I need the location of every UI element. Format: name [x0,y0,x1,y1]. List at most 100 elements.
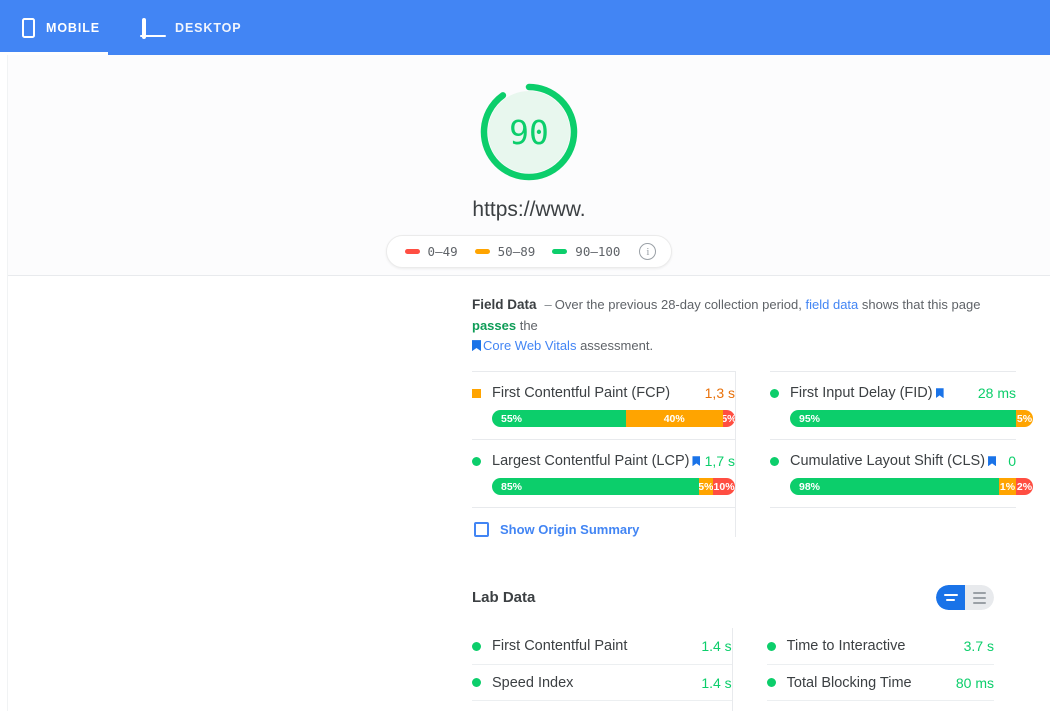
field-data-desc-1: Over the previous 28-day collection peri… [554,297,802,312]
lab-metric-label: First Contentful Paint [492,638,628,655]
report-content: Field Data – Over the previous 28-day coll… [472,276,1033,711]
field-metric-lcp: Largest Contentful Paint (LCP) 1,7 s 85%… [472,440,735,496]
field-data-desc-3: the [519,317,538,333]
lab-metric-value: 3.7 s [963,638,994,655]
field-metric-fid-value: 28 ms [977,385,1016,402]
status-dot-good [766,641,776,651]
lab-metrics-grid: First Contentful Paint 1.4 s Speed Index… [472,628,994,711]
field-data-link[interactable]: field data [806,297,859,312]
legend-item-good: 90–100 [552,244,620,259]
segment-good: 98% [790,478,999,496]
legend-dash-average [474,249,490,254]
lab-row: Total Blocking Time 80 ms [766,664,994,700]
performance-score-gauge: 90 [477,80,581,184]
lab-metric-value: 1.4 s [701,674,732,691]
report-body: Field Data – Over the previous 28-day coll… [8,276,1050,711]
field-metric-cls: Cumulative Layout Shift (CLS) 0 98% 1% 2… [770,440,1033,496]
desktop-icon [140,17,167,39]
core-web-vitals-flag-icon [935,388,944,399]
status-dot-good [766,678,776,688]
field-data-dash: – [544,297,552,312]
field-metric-cls-distribution: 98% 1% 2% [790,478,1033,496]
field-metrics-grid: First Contentful Paint (FCP) 1,3 s 55% 4… [472,371,1033,538]
show-origin-summary-checkbox[interactable] [474,522,489,538]
core-web-vitals-flag-icon [988,456,997,467]
status-dot-good [472,456,481,466]
legend-item-poor: 0–49 [404,244,458,259]
lab-row: Cumulative Layout Shift 0 [766,700,994,711]
field-data-passes: passes [472,317,517,333]
platform-tabbar: MOBILE DESKTOP [0,0,1050,55]
score-hero: 90 https://www. 0–49 50–89 90–100 i [8,55,1050,276]
segment-good: 95% [790,410,1016,428]
lab-metric-value: 80 ms [955,674,994,691]
field-column-right: First Input Delay (FID) 28 ms 95% 5% Cum… [735,371,1033,538]
divider [770,507,1016,509]
tab-desktop-label: DESKTOP [175,20,242,35]
legend-dash-poor [404,249,420,254]
legend-range-poor: 0–49 [427,244,458,259]
lab-row: Largest Contentful Paint 3.4 s [472,700,732,711]
legend-dash-good [552,249,568,254]
field-metric-cls-label: Cumulative Layout Shift (CLS) [790,453,986,470]
core-web-vitals-flag-icon [692,456,701,467]
lab-metric-label: Speed Index [492,674,574,691]
field-metric-fcp-label: First Contentful Paint (FCP) [492,385,671,402]
field-metric-lcp-distribution: 85% 5% 10% [492,478,735,496]
field-metric-fid-label: First Input Delay (FID) [790,385,933,402]
show-origin-summary-row[interactable]: Show Origin Summary [472,508,735,538]
status-dot-good [472,641,481,651]
segment-average: 5% [1015,410,1033,428]
core-web-vitals-flag-icon [472,340,481,352]
field-metric-fid: First Input Delay (FID) 28 ms 95% 5% [770,372,1033,428]
segment-average: 1% [998,478,1016,496]
lab-metric-label: Total Blocking Time [786,674,912,691]
legend-item-average: 50–89 [474,244,536,259]
segment-poor: 5% [722,410,735,428]
legend-range-good: 90–100 [575,244,621,259]
field-metric-lcp-label: Largest Contentful Paint (LCP) [492,453,690,470]
lab-metric-label: Time to Interactive [786,638,906,655]
lab-data-header: Lab Data [472,585,994,616]
segment-poor: 10% [713,478,735,496]
field-data-desc-4: assessment. [580,338,654,354]
status-dot-good [770,388,779,398]
lab-column-left: First Contentful Paint 1.4 s Speed Index… [472,628,732,711]
lab-row: Speed Index 1.4 s [472,664,732,700]
tab-mobile-label: MOBILE [46,20,101,35]
core-web-vitals-link[interactable]: Core Web Vitals [483,338,576,353]
lab-row: Time to Interactive 3.7 s [766,628,994,664]
left-gutter [0,55,8,711]
field-metric-fcp: First Contentful Paint (FCP) 1,3 s 55% 4… [472,372,735,428]
tab-desktop[interactable]: DESKTOP [120,0,262,55]
field-metric-lcp-value: 1,7 s [704,453,735,470]
field-data-title: Field Data [472,297,537,312]
field-metric-fcp-value: 1,3 s [704,385,735,402]
phone-icon [22,17,35,38]
legend-range-average: 50–89 [497,244,536,259]
segment-good: 85% [492,478,699,496]
status-dot-good [472,678,481,688]
segment-good: 55% [492,410,626,428]
page-url: https://www. [472,198,586,221]
status-dot-good [770,456,779,466]
list-view-button[interactable] [965,585,994,611]
field-data-header: Field Data – Over the previous 28-day coll… [472,276,994,356]
lab-data-title: Lab Data [472,589,536,607]
lab-metric-value: 1.4 s [701,638,732,655]
segment-average: 5% [698,478,714,496]
score-value: 90 [509,112,549,152]
field-data-desc-2: shows that this page [861,297,981,312]
show-origin-summary-label[interactable]: Show Origin Summary [500,522,639,537]
lab-row: First Contentful Paint 1.4 s [472,628,732,664]
field-metric-fcp-distribution: 55% 40% 5% [492,410,735,428]
info-icon[interactable]: i [639,243,657,260]
tab-mobile[interactable]: MOBILE [0,0,120,55]
lab-column-right: Time to Interactive 3.7 s Total Blocking… [731,628,994,711]
segment-poor: 2% [1015,478,1033,496]
field-column-left: First Contentful Paint (FCP) 1,3 s 55% 4… [472,371,735,538]
lab-view-toggle[interactable] [936,585,994,611]
status-square-avg [472,388,481,398]
field-metric-cls-value: 0 [1008,453,1016,470]
compact-view-button[interactable] [936,585,965,611]
